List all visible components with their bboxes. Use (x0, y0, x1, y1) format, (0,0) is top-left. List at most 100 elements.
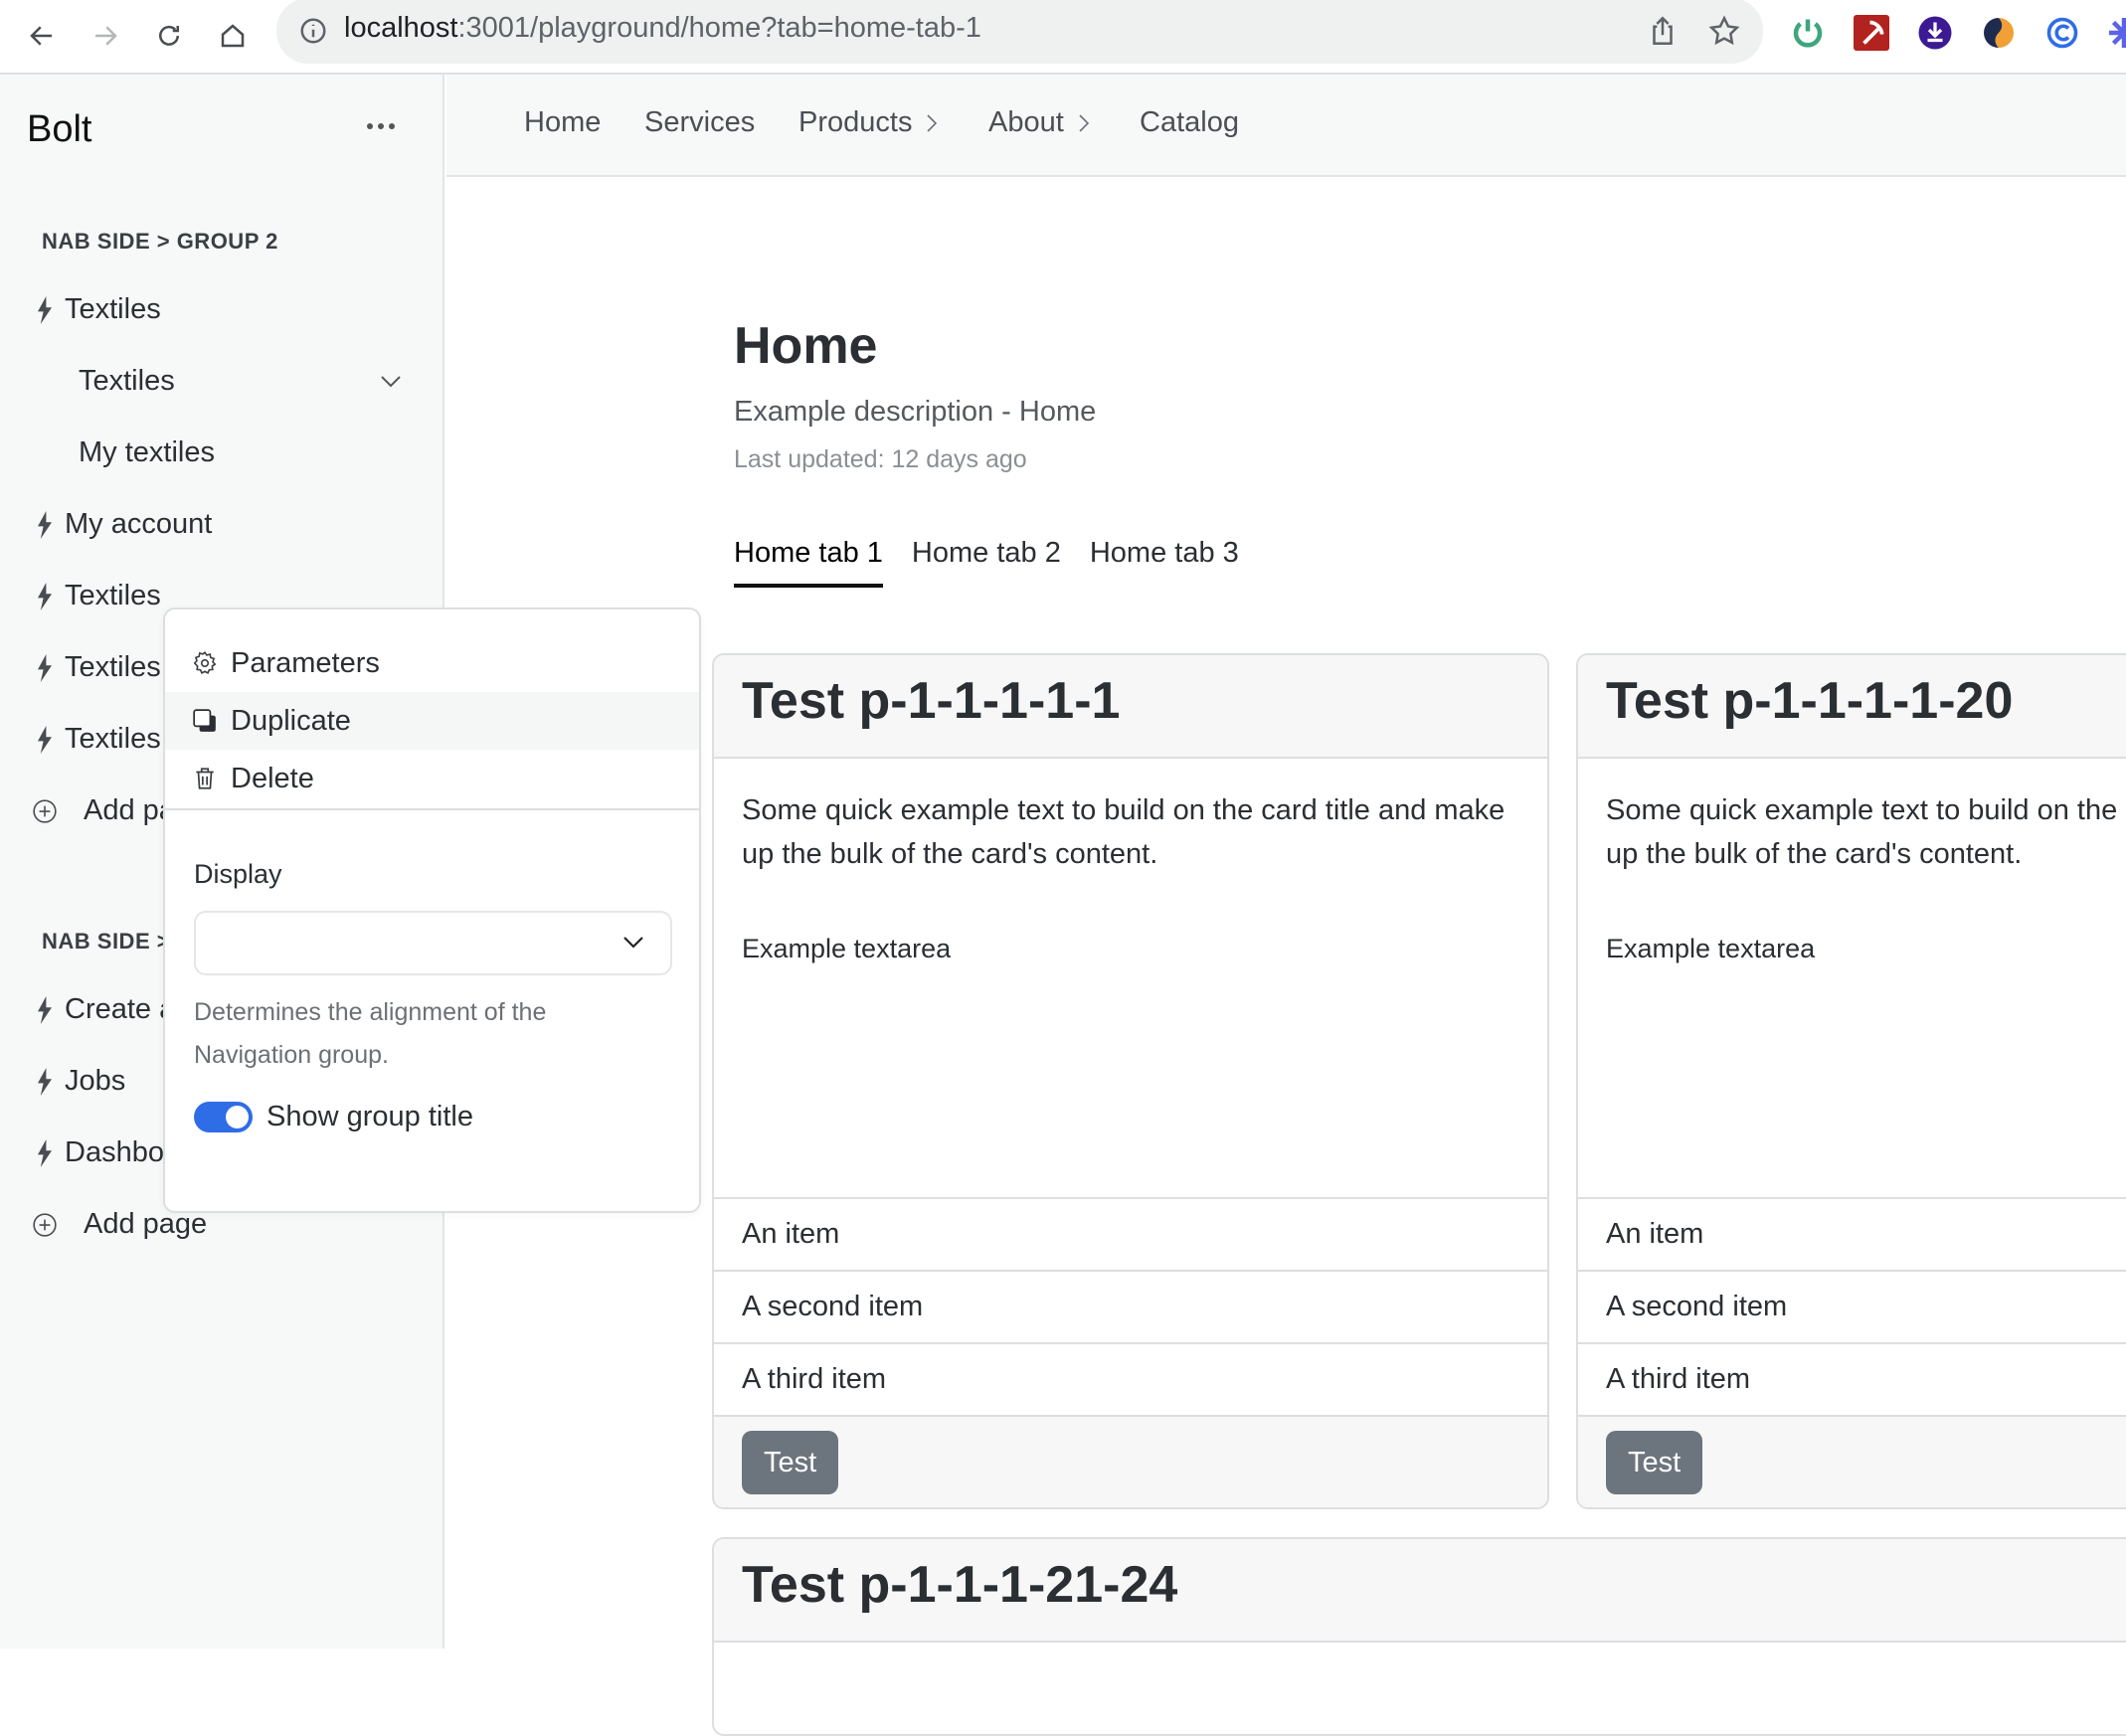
last-updated: Last updated: 12 days ago (734, 445, 1027, 473)
show-group-title-toggle[interactable] (194, 1102, 253, 1132)
bolt-icon (38, 510, 52, 539)
browser-toolbar: localhost:3001/playground/home?tab=home-… (0, 0, 2126, 75)
gear-icon (193, 650, 217, 674)
display-help-text: Determines the alignment of the Navigati… (194, 998, 547, 1069)
card-body: Some quick example text to build on the … (714, 759, 1547, 1197)
sidebar-subitem-textiles[interactable]: Textiles (79, 365, 175, 398)
sidebar-item-jobs[interactable]: Jobs (36, 1065, 125, 1098)
download-extension-icon[interactable] (1917, 15, 1953, 51)
back-button[interactable] (20, 14, 64, 58)
card-title: Test p-1-1-1-1-1 (714, 655, 1547, 759)
sidebar-item-label: Textiles (65, 723, 161, 755)
url-text[interactable]: localhost:3001/playground/home?tab=home-… (344, 12, 981, 45)
textarea-label: Example textarea (742, 934, 952, 963)
page-description: Example description - Home (734, 396, 1097, 428)
divider (165, 808, 699, 810)
show-group-title-row: Show group title (194, 1101, 473, 1133)
sidebar-item-label: Textiles (65, 580, 161, 611)
topnav-home[interactable]: Home (524, 106, 601, 139)
bolt-icon (38, 725, 52, 754)
topnav-about[interactable]: About (988, 106, 1090, 139)
plus-circle-icon (33, 798, 57, 823)
chevron-down-icon[interactable] (379, 374, 403, 390)
back-icon (30, 26, 52, 46)
reload-icon (159, 25, 179, 46)
more-dot-icon (389, 123, 395, 129)
card: Test p-1-1-1-1-20 Some quick example tex… (1576, 653, 2126, 1509)
sidebar-item-textiles[interactable]: Textiles (36, 293, 161, 326)
textarea-label: Example textarea (1606, 934, 1816, 963)
tab-home-1[interactable]: Home tab 1 (734, 537, 883, 588)
sidebar-item-label: Jobs (65, 1065, 126, 1097)
topnav-label: Services (644, 106, 756, 138)
info-icon[interactable] (298, 16, 328, 46)
duplicate-icon (193, 709, 216, 732)
bolt-icon (38, 582, 52, 610)
display-select[interactable] (194, 911, 672, 975)
card-text: Some quick example text to build on the … (742, 794, 1506, 870)
test-button[interactable]: Test (1606, 1431, 1703, 1494)
reload-button[interactable] (147, 14, 191, 58)
card: Test p-1-1-1-1-1 Some quick example text… (712, 653, 1549, 1509)
power-extension-icon[interactable] (1790, 15, 1826, 51)
menu-item-label: Parameters (231, 646, 380, 679)
c-extension-icon[interactable] (2044, 15, 2080, 51)
chevron-down-icon (623, 937, 643, 949)
topnav-label: Catalog (1140, 106, 1239, 138)
sidebar-item-label: Textiles (65, 293, 161, 325)
card-footer: Test (1578, 1415, 2126, 1507)
more-options-button[interactable] (364, 116, 398, 136)
brand-title: Bolt (27, 108, 92, 150)
asterisk-extension-icon[interactable] (2106, 15, 2126, 51)
bolt-icon (38, 995, 52, 1024)
bolt-icon (38, 295, 52, 324)
address-bar[interactable]: localhost:3001/playground/home?tab=home-… (276, 0, 1763, 64)
sidebar-group-title: NAB SIDE > GROUP 2 (42, 229, 278, 254)
menu-item-label: Duplicate (231, 704, 351, 737)
topnav-products[interactable]: Products (798, 106, 938, 139)
pickaxe-extension-icon[interactable] (1854, 15, 1889, 51)
test-button[interactable]: Test (742, 1431, 839, 1494)
home-button[interactable] (211, 14, 255, 58)
sidebar-item-label: Textiles (65, 651, 161, 683)
list-item: A third item (1578, 1342, 2126, 1415)
sidebar-item-textiles[interactable]: Textiles (36, 580, 161, 612)
page-title: Home (734, 317, 878, 375)
tab-home-2[interactable]: Home tab 2 (912, 537, 1061, 588)
sidebar-item-textiles[interactable]: Textiles (36, 651, 161, 684)
bookmark-star-icon[interactable] (1707, 14, 1741, 48)
card: Test p-1-1-1-21-24 (712, 1537, 2126, 1736)
topnav-catalog[interactable]: Catalog (1140, 106, 1239, 139)
display-label: Display (194, 859, 282, 889)
sidebar-item-my-account[interactable]: My account (36, 508, 212, 541)
sidebar-item-textiles[interactable]: Textiles (36, 723, 161, 756)
menu-item-duplicate[interactable]: Duplicate (165, 692, 699, 750)
list-item: An item (714, 1197, 1547, 1270)
trash-icon (196, 768, 214, 789)
card-text: Some quick example text to build on the … (1606, 794, 2126, 870)
group-settings-popover: Parameters Duplicate Delete Display Dete… (163, 608, 701, 1213)
home-icon (221, 24, 245, 48)
page-tabs: Home tab 1 Home tab 2 Home tab 3 (734, 537, 1239, 588)
top-navigation: Home Services Products About Catalog (446, 75, 2126, 177)
bolt-icon (38, 1138, 52, 1167)
card-title: Test p-1-1-1-21-24 (714, 1539, 2126, 1643)
topnav-services[interactable]: Services (644, 106, 755, 139)
forward-button[interactable] (84, 14, 127, 58)
share-icon[interactable] (1646, 14, 1680, 48)
bolt-icon (38, 1067, 52, 1096)
menu-item-parameters[interactable]: Parameters (165, 634, 699, 692)
tab-home-3[interactable]: Home tab 3 (1090, 537, 1239, 588)
topnav-label: Products (798, 106, 913, 138)
menu-item-delete[interactable]: Delete (165, 750, 699, 807)
sidebar-item-label: My account (65, 508, 213, 540)
sidebar-subitem-my-textiles[interactable]: My textiles (79, 436, 215, 469)
s-extension-icon[interactable] (1981, 15, 2017, 51)
card-body: Some quick example text to build on the … (1578, 759, 2126, 1197)
list-item: A second item (1578, 1270, 2126, 1342)
list-item: A third item (714, 1342, 1547, 1415)
card-title: Test p-1-1-1-1-20 (1578, 655, 2126, 759)
more-dot-icon (367, 123, 373, 129)
url-host: localhost (344, 12, 458, 44)
menu-item-label: Delete (231, 762, 314, 794)
